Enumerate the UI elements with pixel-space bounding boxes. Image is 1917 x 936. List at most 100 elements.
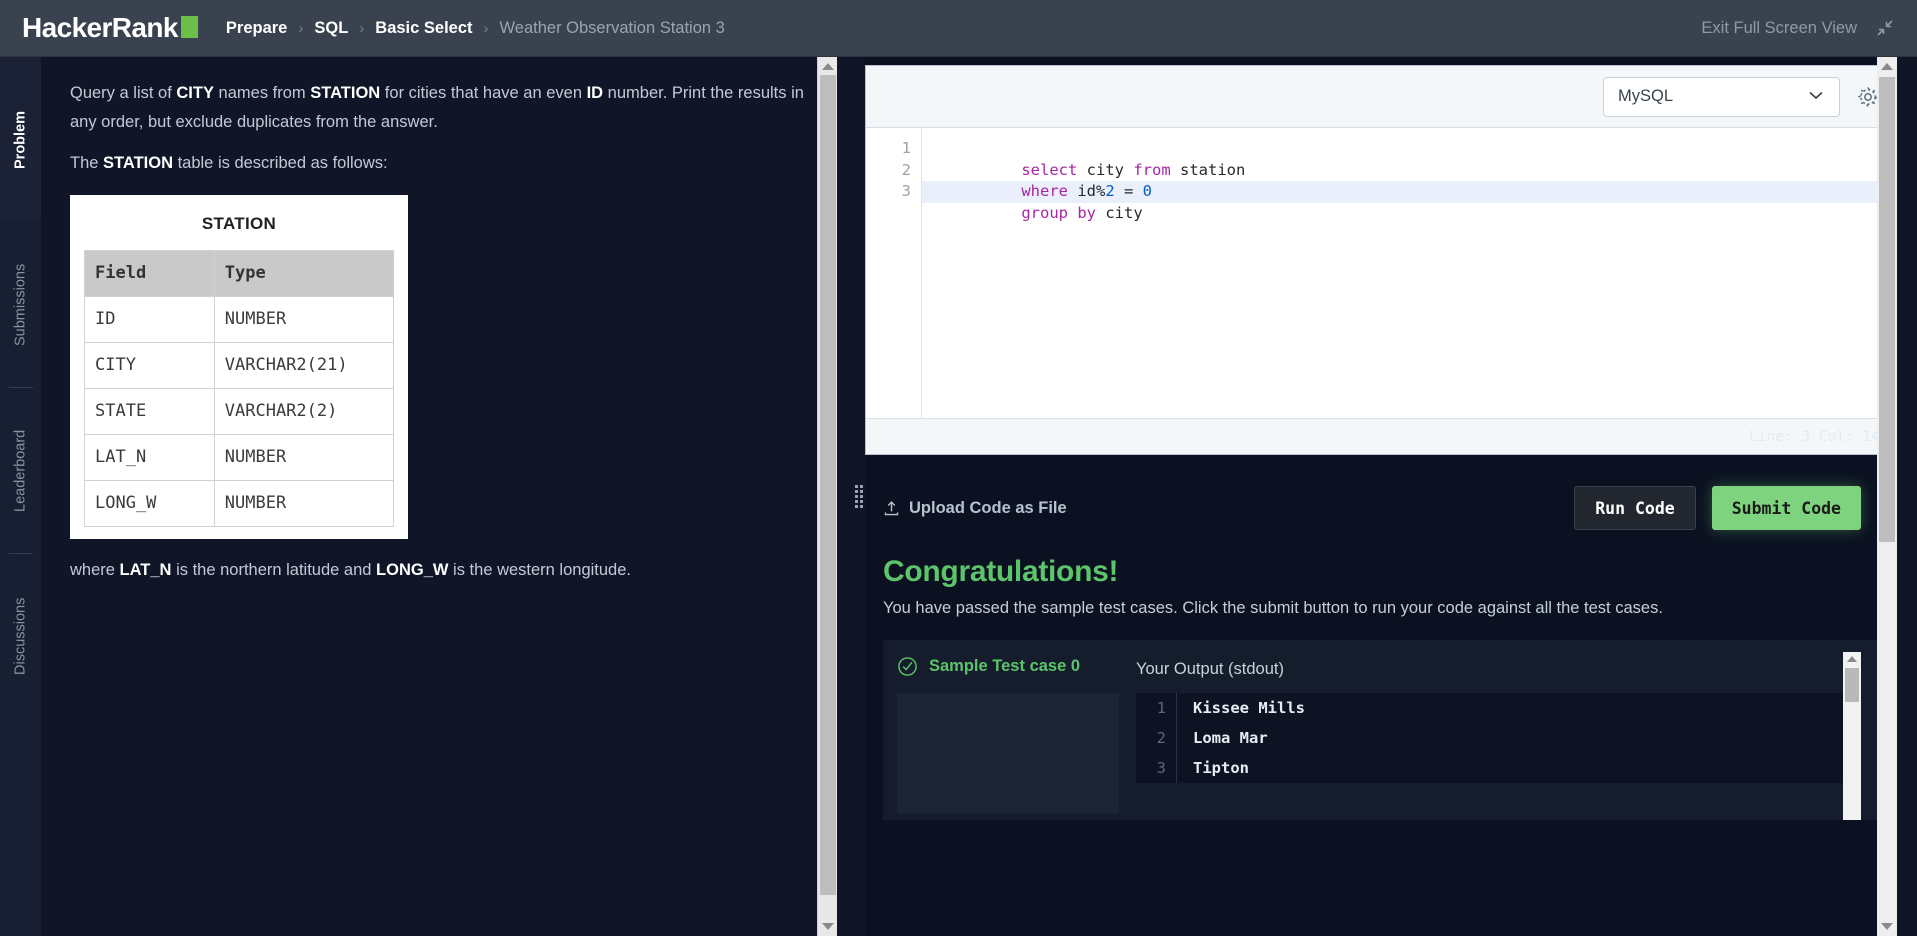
brand-square-icon (180, 16, 198, 38)
test-case-input-card (897, 693, 1119, 813)
hackerrank-logo[interactable]: HackerRank (22, 12, 198, 44)
check-circle-icon (897, 656, 918, 677)
code-token: city (1077, 160, 1134, 179)
breadcrumb-item-current: Weather Observation Station 3 (499, 18, 725, 37)
text-fragment: The (70, 154, 104, 172)
congratulations-subtext: You have passed the sample test cases. C… (883, 599, 1663, 617)
scroll-down-arrow-icon[interactable] (822, 923, 834, 930)
editor-status-bar: Line: 3 Col: 14 (866, 418, 1896, 454)
text-fragment: for cities that have an even (380, 84, 587, 102)
code-token: city (1096, 203, 1143, 222)
code-token: = (1114, 182, 1143, 200)
scroll-down-arrow-icon[interactable] (1881, 923, 1893, 930)
code-token: id% (1068, 182, 1106, 200)
output-rows: Kissee Mills Loma Mar Tipton (1176, 693, 1848, 783)
result-banner: Congratulations! You have passed the sam… (865, 545, 1897, 618)
scrollbar-thumb[interactable] (820, 75, 836, 895)
scroll-up-arrow-icon[interactable] (822, 63, 834, 70)
language-select-value: MySQL (1618, 87, 1674, 105)
pane-splitter-handle[interactable] (853, 480, 865, 512)
code-token: 2 (1105, 182, 1115, 200)
table-row: LONG_W NUMBER (84, 480, 395, 527)
code-lines[interactable]: select city from station where id%2 = 0 … (922, 128, 1896, 418)
cell-field: STATE (84, 388, 215, 435)
scroll-up-arrow-icon[interactable] (1881, 63, 1893, 70)
table-row: ID NUMBER (84, 296, 395, 343)
breadcrumb-separator: › (359, 19, 365, 37)
code-token: station (1170, 160, 1246, 179)
scrollbar-thumb[interactable] (1879, 77, 1895, 542)
editor-action-bar: Upload Code as File Run Code Submit Code (865, 471, 1877, 545)
column-header-field: Field (84, 250, 215, 297)
sidebar-item-problem[interactable]: Problem (0, 57, 41, 222)
text-strong: LAT_N (119, 561, 172, 579)
sidebar-item-leaderboard[interactable]: Leaderboard (0, 388, 41, 553)
upload-code-button[interactable]: Upload Code as File (883, 499, 1067, 518)
exit-fullscreen-label[interactable]: Exit Full Screen View (1701, 19, 1857, 38)
station-schema-table: Field Type ID NUMBER CITY VARCHAR2(21) S… (84, 250, 395, 527)
output-row: Kissee Mills (1193, 699, 1305, 717)
code-token: group (1021, 203, 1068, 222)
code-token: by (1077, 203, 1097, 222)
sidebar-item-submissions[interactable]: Submissions (0, 222, 41, 387)
station-schema-figure: STATION Field Type ID NUMBER CITY VARCHA… (70, 195, 408, 539)
cell-field: LAT_N (84, 434, 215, 481)
breadcrumb-separator: › (298, 19, 304, 37)
code-area[interactable]: 1 2 3 select city from station where id%… (866, 128, 1896, 418)
upload-icon (883, 500, 900, 517)
breadcrumb-item-prepare[interactable]: Prepare (226, 19, 287, 38)
breadcrumb-separator: › (483, 19, 489, 37)
code-token: from (1133, 160, 1171, 179)
problem-paragraph-2: The STATION table is described as follow… (70, 149, 815, 178)
output-scrollbar[interactable] (1843, 652, 1861, 820)
station-figure-title: STATION (201, 214, 277, 233)
output-label: Your Output (stdout) (1136, 660, 1284, 678)
run-code-button[interactable]: Run Code (1574, 486, 1696, 530)
congratulations-heading: Congratulations! (883, 555, 1119, 588)
table-header-row: Field Type (84, 250, 395, 297)
code-token: select (1021, 160, 1078, 179)
text-strong: ID (586, 84, 604, 102)
upload-code-label: Upload Code as File (909, 498, 1067, 517)
submit-code-button[interactable]: Submit Code (1711, 486, 1861, 530)
text-strong: CITY (176, 84, 214, 102)
scrollbar-thumb[interactable] (1845, 668, 1859, 702)
line-number-gutter: 1 2 3 (866, 128, 922, 418)
compress-arrows-icon[interactable] (1875, 18, 1895, 38)
cell-type: NUMBER (213, 480, 395, 527)
test-case-list: Sample Test case 0 (883, 640, 1119, 820)
language-select[interactable]: MySQL (1603, 76, 1840, 117)
editor-pane-scrollbar[interactable] (1877, 57, 1897, 936)
line-number: 2 (901, 160, 911, 179)
text-fragment: Query a list of (70, 84, 177, 102)
code-token: 0 (1142, 182, 1153, 200)
editor-buttons: Run Code Submit Code (1574, 486, 1861, 530)
sample-test-case-panel: Sample Test case 0 Your Output (stdout) … (883, 640, 1879, 820)
problem-paragraph-1: Query a list of CITY names from STATION … (70, 79, 815, 137)
test-case-header[interactable]: Sample Test case 0 (897, 656, 1118, 677)
cell-field: CITY (84, 342, 215, 389)
problem-pane-scrollbar[interactable] (817, 57, 837, 936)
breadcrumb: Prepare › SQL › Basic Select › Weather O… (226, 19, 725, 38)
chevron-down-icon[interactable] (1807, 87, 1825, 106)
top-navbar: HackerRank Prepare › SQL › Basic Select … (0, 0, 1917, 57)
cell-type: NUMBER (213, 296, 395, 343)
breadcrumb-item-basic-select[interactable]: Basic Select (375, 19, 472, 38)
line-number: 1 (901, 139, 911, 157)
text-strong: STATION (103, 154, 173, 172)
navbar-right: Exit Full Screen View (1701, 18, 1895, 38)
problem-paragraph-3: where LAT_N is the northern latitude and… (70, 556, 815, 585)
text-fragment: table is described as follows: (173, 154, 388, 172)
sidebar-item-discussions[interactable]: Discussions (0, 554, 41, 719)
left-tab-rail: Problem Submissions Leaderboard Discussi… (0, 57, 41, 936)
problem-pane: Query a list of CITY names from STATION … (41, 57, 855, 936)
text-fragment: is the northern latitude and (171, 561, 377, 579)
code-editor: MySQL 1 2 3 select city from station whe… (865, 65, 1897, 455)
scroll-up-arrow-icon[interactable] (1847, 656, 1857, 662)
text-fragment: is the western longitude. (448, 561, 631, 579)
breadcrumb-item-sql[interactable]: SQL (314, 19, 348, 38)
code-line[interactable]: select city from station (922, 138, 1896, 179)
output-box: 1 2 3 Kissee Mills Loma Mar Tipton (1136, 693, 1848, 783)
output-row: Loma Mar (1193, 729, 1268, 747)
